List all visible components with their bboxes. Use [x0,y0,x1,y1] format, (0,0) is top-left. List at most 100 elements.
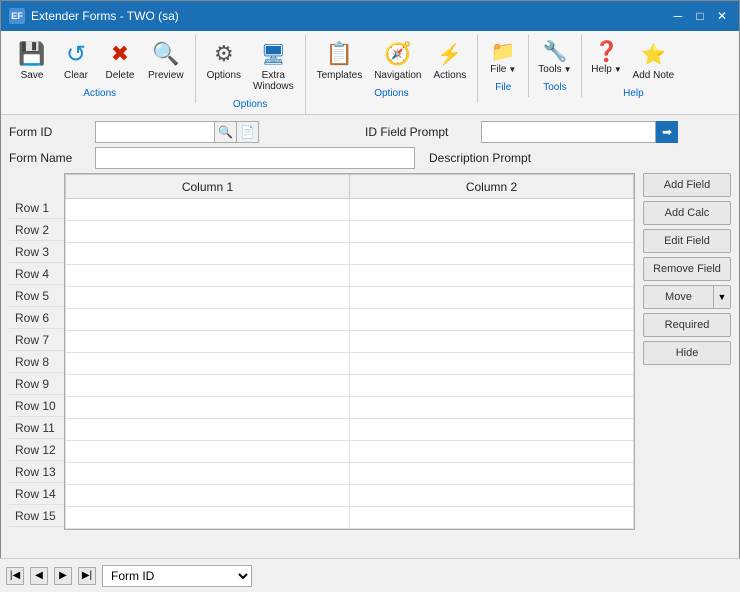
table-row [66,199,634,221]
minimize-button[interactable]: ─ [669,7,687,25]
id-field-prompt-input[interactable] [481,121,656,143]
row-label: Row 13 [9,461,64,483]
grid-cell-col1[interactable] [66,199,350,221]
form-name-input[interactable] [95,147,415,169]
add-calc-button[interactable]: Add Calc [643,201,731,225]
row-label: Row 1 [9,197,64,219]
grid-cell-col1[interactable] [66,485,350,507]
table-row [66,441,634,463]
grid-cell-col2[interactable] [350,485,634,507]
grid-cell-col2[interactable] [350,221,634,243]
row-label: Row 7 [9,329,64,351]
toolbar-group-options2: 📋 Templates 🧭 Navigation ⚡ Actions Optio… [306,35,479,103]
form-id-input[interactable] [95,121,215,143]
row-label: Row 12 [9,439,64,461]
move-dropdown-arrow[interactable]: ▼ [713,285,731,309]
grid-cell-col1[interactable] [66,375,350,397]
options1-buttons: ⚙ Options 🖥 ExtraWindows [202,35,299,95]
clear-icon: ↺ [60,38,92,70]
toolbar-group-tools: 🔧 Tools ▼ Tools [529,35,581,97]
options2-buttons: 📋 Templates 🧭 Navigation ⚡ Actions [312,35,472,84]
grid-cell-col2[interactable] [350,441,634,463]
close-button[interactable]: ✕ [713,7,731,25]
grid-cell-col2[interactable] [350,265,634,287]
help-icon: ❓ [591,38,623,64]
move-button[interactable]: Move [643,285,713,309]
id-field-prompt-label: ID Field Prompt [365,125,475,139]
nav-first-button[interactable]: |◀ [6,567,24,585]
hide-button[interactable]: Hide [643,341,731,365]
grid-cell-col1[interactable] [66,441,350,463]
save-button[interactable]: 💾 Save [11,35,53,84]
app-title: Extender Forms - TWO (sa) [31,9,179,23]
nav-prev-button[interactable]: ◀ [30,567,48,585]
grid-cell-col1[interactable] [66,309,350,331]
grid-cell-col2[interactable] [350,397,634,419]
grid-cell-col2[interactable] [350,353,634,375]
grid-cell-col2[interactable] [350,331,634,353]
clear-button[interactable]: ↺ Clear [55,35,97,84]
grid-cell-col2[interactable] [350,419,634,441]
navigation-button[interactable]: 🧭 Navigation [369,35,426,84]
grid-section: Row 1Row 2Row 3Row 4Row 5Row 6Row 7Row 8… [9,173,731,530]
add-field-button[interactable]: Add Field [643,173,731,197]
templates-label: Templates [317,70,363,81]
grid-cell-col2[interactable] [350,463,634,485]
grid-cell-col1[interactable] [66,243,350,265]
grid-cell-col2[interactable] [350,309,634,331]
table-row [66,419,634,441]
file-button[interactable]: 📁 File ▼ [484,35,522,78]
add-note-button[interactable]: ⭐ Add Note [628,35,680,84]
extra-windows-button[interactable]: 🖥 ExtraWindows [248,35,299,95]
grid-cell-col1[interactable] [66,331,350,353]
grid-cell-col2[interactable] [350,287,634,309]
templates-icon: 📋 [323,38,355,70]
grid-cell-col1[interactable] [66,353,350,375]
grid-table-container: Column 1 Column 2 [64,173,635,530]
grid-cell-col1[interactable] [66,397,350,419]
nav-last-button[interactable]: ▶| [78,567,96,585]
row-label: Row 11 [9,417,64,439]
delete-icon: ✖ [104,38,136,70]
tools-button[interactable]: 🔧 Tools ▼ [535,35,574,78]
grid-cell-col2[interactable] [350,507,634,529]
toolbar-group-options1: ⚙ Options 🖥 ExtraWindows Options [196,35,306,114]
grid-cell-col1[interactable] [66,419,350,441]
help-button[interactable]: ❓ Help ▼ [588,35,626,84]
edit-field-button[interactable]: Edit Field [643,229,731,253]
actions-button[interactable]: ⚡ Actions [428,35,471,84]
row-label: Row 15 [9,505,64,527]
toolbar-group-file: 📁 File ▼ File [478,35,529,97]
options-button[interactable]: ⚙ Options [202,35,246,95]
nav-next-button[interactable]: ▶ [54,567,72,585]
required-button[interactable]: Required [643,313,731,337]
grid-cell-col1[interactable] [66,287,350,309]
grid-cell-col1[interactable] [66,221,350,243]
grid-cell-col1[interactable] [66,463,350,485]
row-label: Row 3 [9,241,64,263]
preview-button[interactable]: 🔍 Preview [143,35,189,84]
form-id-browse-button[interactable]: 📄 [237,121,259,143]
form-id-search-button[interactable]: 🔍 [215,121,237,143]
table-row [66,507,634,529]
status-select[interactable]: Form ID Form Name [102,565,252,587]
grid-cell-col2[interactable] [350,199,634,221]
options1-group-label: Options [233,99,267,110]
grid-cell-col1[interactable] [66,265,350,287]
tools-icon: 🔧 [539,38,571,64]
clear-label: Clear [64,70,88,81]
delete-button[interactable]: ✖ Delete [99,35,141,84]
grid-cell-col2[interactable] [350,375,634,397]
remove-field-button[interactable]: Remove Field [643,257,731,281]
title-bar-left: EF Extender Forms - TWO (sa) [9,8,179,24]
grid-area: Row 1Row 2Row 3Row 4Row 5Row 6Row 7Row 8… [9,173,635,530]
id-prompt-go-button[interactable]: ➡ [656,121,678,143]
grid-cell-col2[interactable] [350,243,634,265]
templates-button[interactable]: 📋 Templates [312,35,368,84]
table-row [66,221,634,243]
maximize-button[interactable]: □ [691,7,709,25]
table-row [66,397,634,419]
app-icon: EF [9,8,25,24]
row-label: Row 10 [9,395,64,417]
grid-cell-col1[interactable] [66,507,350,529]
